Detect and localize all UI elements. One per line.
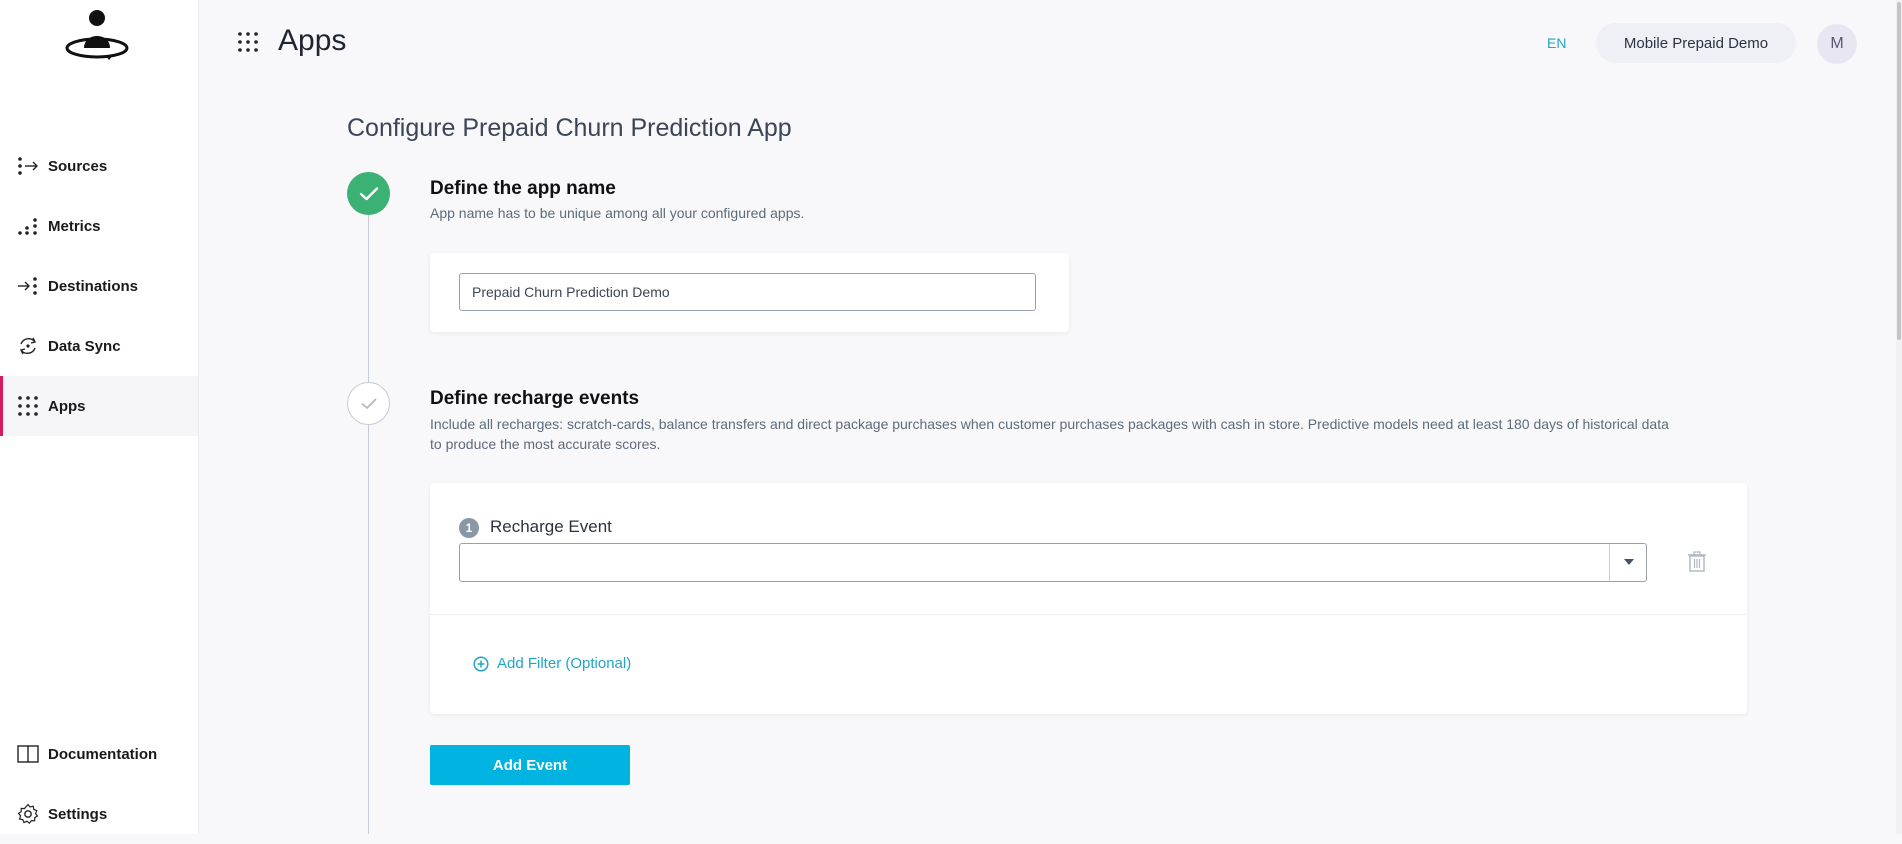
app-name-input[interactable]	[459, 273, 1036, 311]
sidebar-item-documentation[interactable]: Documentation	[0, 724, 198, 784]
step-description-recharge-events-line1: Include all recharges: scratch-cards, ba…	[430, 416, 1669, 432]
sidebar-item-label: Metrics	[48, 217, 101, 235]
gear-icon	[16, 802, 40, 826]
sidebar-item-label: Destinations	[48, 277, 139, 295]
workspace-selector[interactable]: Mobile Prepaid Demo	[1596, 23, 1796, 63]
sidebar-item-settings[interactable]: Settings	[0, 784, 198, 844]
sidebar-item-label: Settings	[48, 805, 108, 823]
apps-grid-icon	[16, 394, 40, 418]
step-title-app-name: Define the app name	[430, 178, 616, 199]
step-pending-indicator	[347, 382, 390, 425]
trash-icon[interactable]	[1687, 551, 1707, 573]
chevron-down-icon[interactable]	[1624, 559, 1634, 565]
card-divider	[430, 614, 1747, 615]
metrics-icon	[16, 214, 40, 238]
add-filter-button[interactable]: Add Filter (Optional)	[473, 655, 631, 672]
sources-icon	[16, 154, 40, 178]
page-scrollbar[interactable]	[1896, 0, 1902, 834]
step-description-recharge-events-line2: to produce the most accurate scores.	[430, 436, 661, 452]
checkmark-icon	[359, 186, 378, 200]
sidebar-item-metrics[interactable]: Metrics	[0, 196, 198, 256]
recharge-event-label: Recharge Event	[490, 517, 612, 536]
step-title-recharge-events: Define recharge events	[430, 388, 640, 409]
add-filter-label: Add Filter (Optional)	[497, 655, 632, 672]
add-event-button[interactable]: Add Event	[430, 745, 630, 785]
header-title: Apps	[278, 24, 347, 57]
sidebar-item-destinations[interactable]: Destinations	[0, 256, 198, 316]
recharge-event-card	[430, 483, 1747, 714]
event-number-badge: 1	[459, 518, 479, 538]
checkmark-icon	[361, 398, 376, 409]
select-divider	[1609, 544, 1610, 581]
step-complete-indicator	[347, 172, 390, 215]
sidebar: Sources Metrics Destinations Data Sync A…	[0, 0, 199, 834]
destinations-icon	[16, 274, 40, 298]
steps-timeline	[368, 200, 369, 834]
brand-logo-icon	[65, 10, 129, 60]
sidebar-item-label: Documentation	[48, 745, 158, 763]
page-title: Configure Prepaid Churn Prediction App	[347, 114, 792, 142]
data-sync-icon	[16, 334, 40, 358]
sidebar-item-data-sync[interactable]: Data Sync	[0, 316, 198, 376]
sidebar-item-label: Apps	[48, 397, 86, 415]
recharge-event-select[interactable]	[459, 543, 1647, 582]
step-description-app-name: App name has to be unique among all your…	[430, 205, 805, 221]
sidebar-item-label: Data Sync	[48, 337, 121, 355]
avatar[interactable]: M	[1817, 24, 1857, 64]
sidebar-item-apps[interactable]: Apps	[0, 376, 198, 436]
apps-menu-icon[interactable]	[236, 30, 260, 54]
sidebar-item-label: Sources	[48, 157, 108, 175]
scrollbar-thumb[interactable]	[1897, 2, 1901, 340]
sidebar-item-sources[interactable]: Sources	[0, 136, 198, 196]
language-switcher[interactable]: EN	[1547, 35, 1566, 51]
brand-logo[interactable]	[62, 8, 132, 62]
book-icon	[16, 742, 40, 766]
plus-circle-icon	[473, 655, 489, 672]
